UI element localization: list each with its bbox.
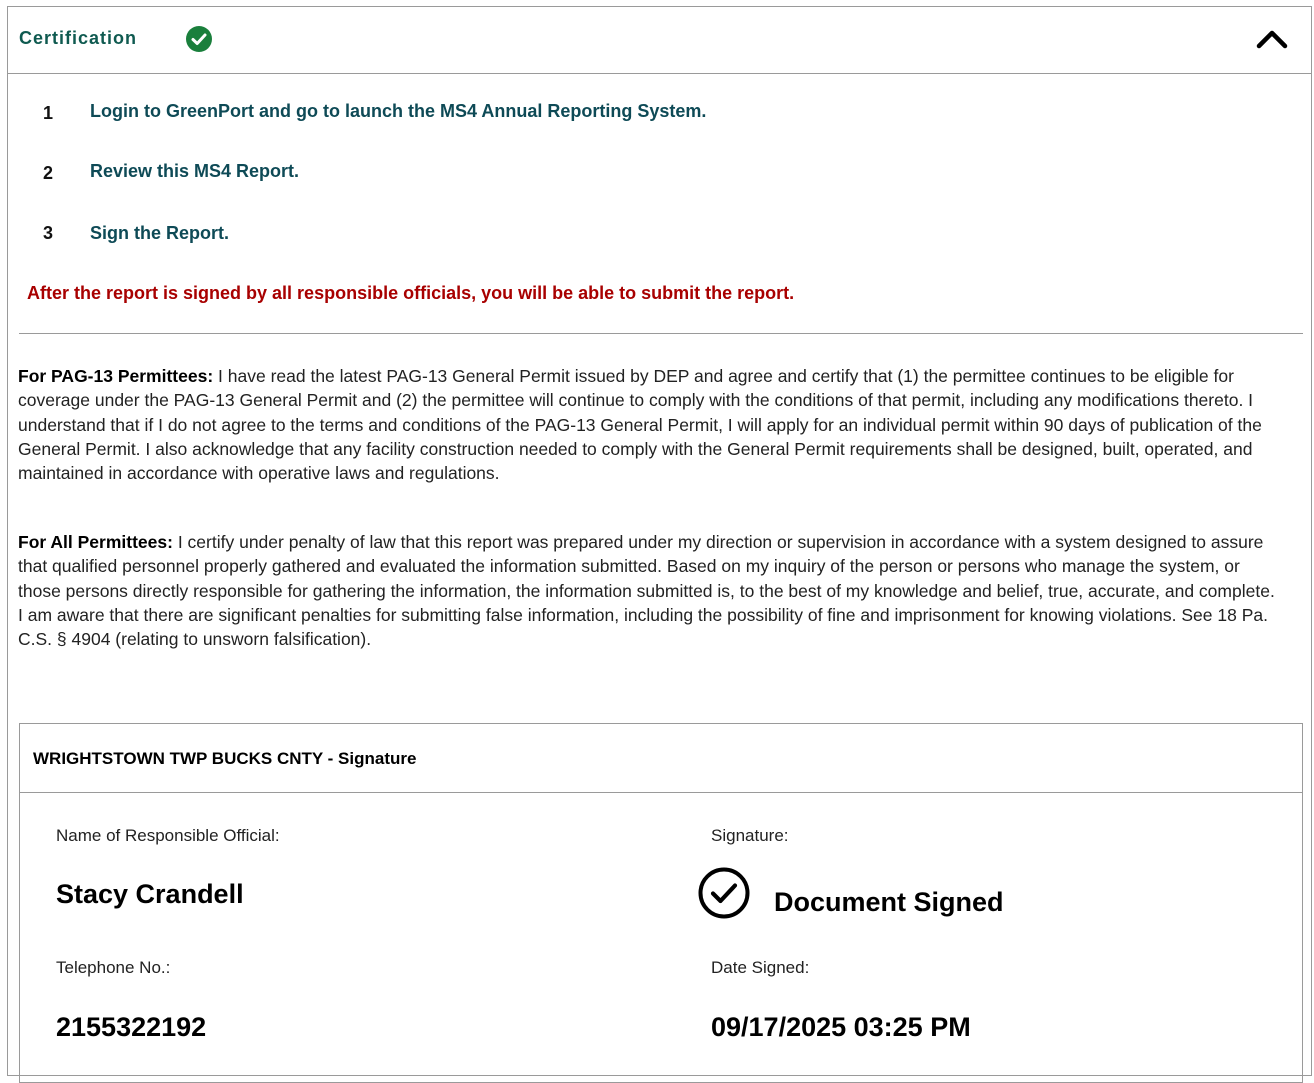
chevron-up-icon[interactable] [1252, 23, 1292, 55]
certification-header[interactable]: Certification [8, 7, 1311, 74]
date-signed-label: Date Signed: [711, 958, 810, 977]
official-name-value: Stacy Crandell [56, 879, 244, 909]
step-link-sign-report[interactable]: Sign the Report. [90, 223, 229, 244]
check-circle-outline-icon [697, 866, 751, 920]
all-permittees-heading: For All Permittees: [18, 532, 173, 552]
signature-label: Signature: [711, 826, 789, 845]
pag13-certification-text: For PAG-13 Permittees: I have read the l… [18, 364, 1280, 485]
all-permittees-body: I certify under penalty of law that this… [18, 532, 1275, 650]
all-permittees-certification-text: For All Permittees: I certify under pena… [18, 530, 1280, 651]
signature-card: WRIGHTSTOWN TWP BUCKS CNTY - Signature N… [19, 723, 1303, 1083]
step-link-login-greenport[interactable]: Login to GreenPort and go to launch the … [90, 101, 706, 122]
signature-card-title: WRIGHTSTOWN TWP BUCKS CNTY - Signature [33, 749, 417, 768]
submit-warning: After the report is signed by all respon… [27, 283, 795, 303]
step-number: 3 [43, 223, 54, 243]
signature-card-header: WRIGHTSTOWN TWP BUCKS CNTY - Signature [20, 724, 1302, 793]
step-number: 2 [43, 163, 54, 183]
official-name-label: Name of Responsible Official: [56, 826, 280, 845]
signature-status-value: Document Signed [774, 887, 1004, 917]
telephone-label: Telephone No.: [56, 958, 171, 977]
step-link-review-report[interactable]: Review this MS4 Report. [90, 161, 299, 182]
step-number: 1 [43, 103, 54, 123]
panel-title: Certification [19, 28, 138, 48]
date-signed-value: 09/17/2025 03:25 PM [711, 1012, 971, 1042]
telephone-value: 2155322192 [56, 1012, 207, 1042]
divider [19, 333, 1303, 334]
certification-panel: Certification 1 Login to GreenPort and g… [7, 6, 1312, 1083]
check-circle-icon [186, 26, 212, 52]
pag13-heading: For PAG-13 Permittees: [18, 366, 214, 386]
